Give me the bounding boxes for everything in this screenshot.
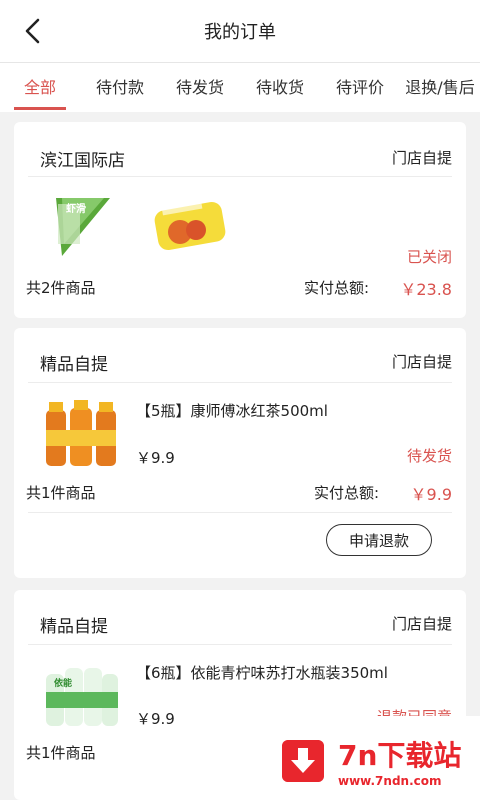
order-status: 已关闭 [406,248,452,266]
tab-pending-receipt[interactable]: 待收货 [246,63,314,113]
divider [28,644,452,645]
divider [28,382,452,383]
tab-all[interactable]: 全部 [12,63,68,113]
product-label: 虾滑 [66,202,86,215]
order-status: 待发货 [406,447,452,465]
product-thumbnail[interactable] [150,194,230,260]
order-card[interactable]: 精品自提 门店自提 【5瓶】康师傅冰红茶500ml ￥9.9 待发货 共1件商品… [14,328,466,578]
page-title: 我的订单 [204,22,276,43]
product-thumbnail[interactable]: 虾滑 [40,192,120,262]
product-name[interactable]: 【5瓶】康师傅冰红茶500ml [136,400,328,421]
watermark-badge: 7n下载站 www.7ndn.com [266,716,480,800]
tab-pending-payment[interactable]: 待付款 [86,63,154,113]
total-amount: ￥9.9 [410,485,452,504]
product-price: ￥9.9 [136,449,175,467]
total-amount: ￥23.8 [400,280,452,299]
shop-name: 滨江国际店 [40,151,125,171]
order-card[interactable]: 滨江国际店 门店自提 虾滑 已关闭 共2件商品 实付总额: ￥23.8 [14,122,466,318]
tab-after-sales[interactable]: 退换/售后 [404,63,476,113]
delivery-mode: 门店自提 [391,149,452,167]
app-header: 我的订单 [0,0,480,62]
download-icon [282,740,324,782]
watermark-url: www.7ndn.com [338,774,442,788]
request-refund-button[interactable]: 申请退款 [326,524,432,556]
shop-name: 精品自提 [40,617,108,637]
delivery-mode: 门店自提 [391,353,452,371]
product-name[interactable]: 【6瓶】依能青柠味苏打水瓶装350ml [136,662,388,683]
total-label: 实付总额: [314,484,380,502]
watermark-title: 7n下载站 [338,739,462,772]
shop-name: 精品自提 [40,355,108,375]
divider [28,176,452,177]
divider [28,512,452,513]
item-count: 共1件商品 [26,484,96,502]
tab-pending-review[interactable]: 待评价 [326,63,394,113]
active-tab-indicator [14,107,66,110]
product-thumbnail[interactable] [40,396,122,476]
product-label: 依能 [54,677,72,689]
product-thumbnail[interactable]: 依能 [40,656,122,732]
product-price: ￥9.9 [136,710,175,728]
delivery-mode: 门店自提 [391,615,452,633]
item-count: 共1件商品 [26,744,96,762]
total-label: 实付总额: [304,279,370,297]
item-count: 共2件商品 [26,279,96,297]
tab-pending-shipment[interactable]: 待发货 [166,63,234,113]
order-status-tabs: 全部 待付款 待发货 待收货 待评价 退换/售后 [0,62,480,112]
